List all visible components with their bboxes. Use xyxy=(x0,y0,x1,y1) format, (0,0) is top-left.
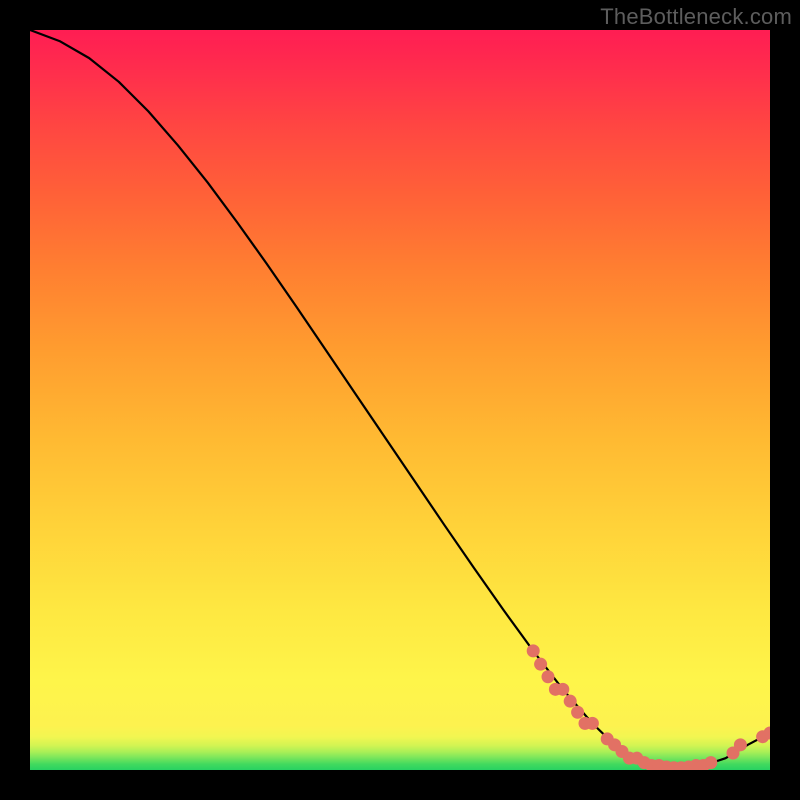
data-point xyxy=(556,683,569,696)
watermark-text: TheBottleneck.com xyxy=(600,4,792,30)
data-point xyxy=(534,658,547,671)
chart-svg xyxy=(30,30,770,770)
plot-area xyxy=(30,30,770,770)
chart-frame: TheBottleneck.com xyxy=(0,0,800,800)
data-point xyxy=(564,695,577,708)
data-point xyxy=(704,756,717,769)
data-point xyxy=(734,738,747,751)
data-point xyxy=(586,717,599,730)
data-point xyxy=(571,706,584,719)
data-point xyxy=(542,670,555,683)
chart-line xyxy=(30,30,770,768)
chart-markers xyxy=(527,644,770,770)
data-point xyxy=(527,644,540,657)
